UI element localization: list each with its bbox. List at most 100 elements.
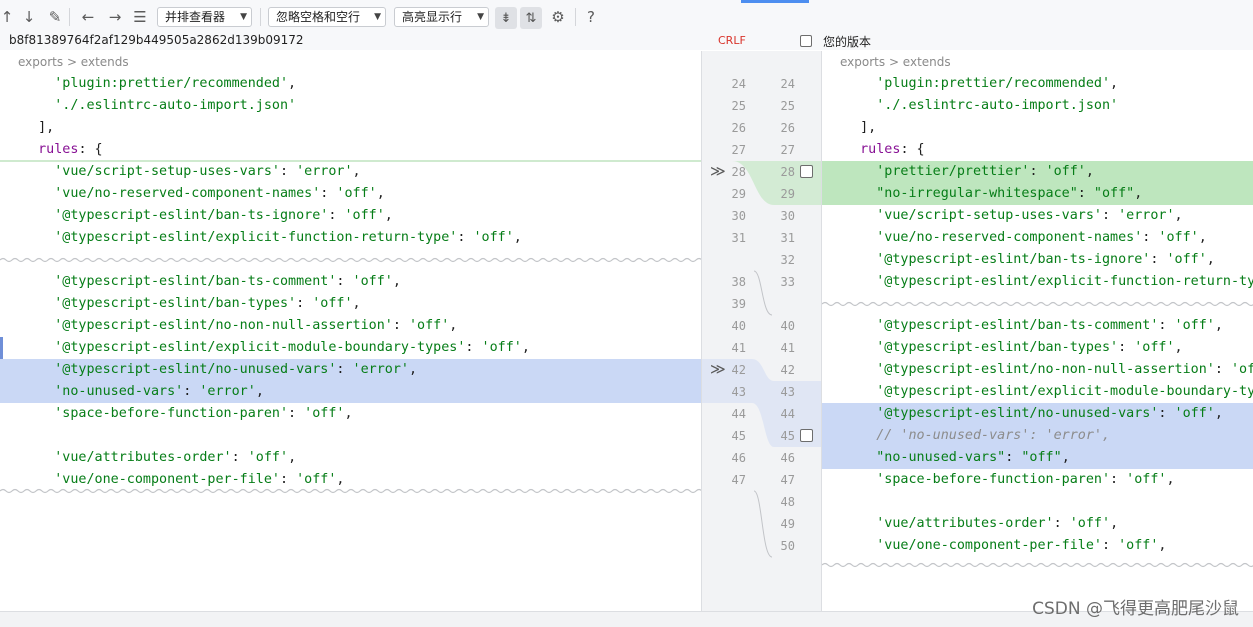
- chevron-down-icon: ▼: [240, 12, 247, 22]
- list-icon[interactable]: ☰: [131, 7, 149, 27]
- right-line-number: 33: [780, 275, 795, 289]
- left-code-line[interactable]: '@typescript-eslint/no-unused-vars': 'er…: [0, 359, 701, 381]
- right-code-line[interactable]: '@typescript-eslint/no-non-null-assertio…: [822, 359, 1253, 381]
- right-code-line[interactable]: '@typescript-eslint/ban-ts-ignore': 'off…: [822, 249, 1253, 271]
- yours-version-label: 您的版本: [823, 35, 872, 49]
- left-code-line[interactable]: '@typescript-eslint/ban-ts-ignore': 'off…: [0, 205, 701, 227]
- left-line-number: 31: [731, 231, 746, 245]
- right-line-number: 28: [780, 165, 795, 179]
- right-code-line[interactable]: ],: [822, 117, 1253, 139]
- left-code-line[interactable]: 'vue/one-component-per-file': 'off',: [0, 469, 701, 491]
- help-icon[interactable]: ?: [583, 7, 599, 27]
- left-line-number: 43: [731, 385, 746, 399]
- left-line-number: 26: [731, 121, 746, 135]
- right-line-number: 45: [780, 429, 795, 443]
- left-line-number: 46: [731, 451, 746, 465]
- right-code-line[interactable]: "no-unused-vars": "off",: [822, 447, 1253, 469]
- up-arrow-icon[interactable]: ↑: [0, 7, 14, 27]
- left-code-line[interactable]: [0, 425, 701, 447]
- include-change-checkbox[interactable]: [800, 429, 813, 442]
- right-code-line[interactable]: 'space-before-function-paren': 'off',: [822, 469, 1253, 491]
- watermark: CSDN @飞得更高肥尾沙鼠: [1032, 599, 1239, 619]
- folded-region-separator: [822, 562, 1253, 568]
- apply-change-icon[interactable]: ≫: [710, 162, 726, 180]
- left-code-line[interactable]: 'space-before-function-paren': 'off',: [0, 403, 701, 425]
- right-code-line[interactable]: // 'no-unused-vars': 'error',: [822, 425, 1253, 447]
- left-code-line[interactable]: rules: {: [0, 139, 701, 161]
- edit-pencil-icon[interactable]: ✎: [46, 7, 64, 27]
- collapse-icon[interactable]: ⇟: [495, 7, 517, 29]
- left-code-line[interactable]: '@typescript-eslint/explicit-module-boun…: [0, 337, 701, 359]
- right-line-number: 43: [780, 385, 795, 399]
- apply-change-icon[interactable]: ≫: [710, 360, 726, 378]
- right-code-line[interactable]: 'vue/attributes-order': 'off',: [822, 513, 1253, 535]
- right-line-number: 47: [780, 473, 795, 487]
- toolbar-separator: [575, 8, 576, 26]
- folded-region-separator: [0, 257, 701, 263]
- left-line-number: 45: [731, 429, 746, 443]
- left-code-line[interactable]: '@typescript-eslint/ban-types': 'off',: [0, 293, 701, 315]
- right-line-number: 50: [780, 539, 795, 553]
- left-code-line[interactable]: 'vue/no-reserved-component-names': 'off'…: [0, 183, 701, 205]
- viewer-select-value: 并排查看器: [165, 10, 226, 24]
- right-code-line[interactable]: '@typescript-eslint/explicit-function-re…: [822, 271, 1253, 293]
- right-line-number: 26: [780, 121, 795, 135]
- right-code-line[interactable]: 'plugin:prettier/recommended',: [822, 73, 1253, 95]
- right-code-line[interactable]: [822, 491, 1253, 513]
- left-editor-pane[interactable]: exports > extends 'plugin:prettier/recom…: [0, 51, 701, 611]
- left-code-line[interactable]: 'no-unused-vars': 'error',: [0, 381, 701, 403]
- toolbar: ↑ ↓ ✎ ← → ☰ 并排查看器 ▼ 忽略空格和空行 ▼ 高亮显示行 ▼ ⇟ …: [0, 0, 1253, 32]
- right-line-number: 42: [780, 363, 795, 377]
- diff-gutter: 24 25 26 27 28 29 30 31 38 39 40 41 42 43 44 45 46 47 24 25…: [701, 51, 822, 611]
- right-code-line[interactable]: './.eslintrc-auto-import.json': [822, 95, 1253, 117]
- info-row: b8f81389764f2af129b449505a2862d139b09172…: [0, 32, 1253, 50]
- right-code-line[interactable]: "no-irregular-whitespace": "off",: [822, 183, 1253, 205]
- left-code-line[interactable]: 'plugin:prettier/recommended',: [0, 73, 701, 95]
- left-code-line[interactable]: 'vue/attributes-order': 'off',: [0, 447, 701, 469]
- right-line-number: 27: [780, 143, 795, 157]
- scroll-indicator: [741, 0, 809, 3]
- viewer-select[interactable]: 并排查看器 ▼: [157, 7, 252, 27]
- sync-scroll-icon[interactable]: ⇅: [520, 7, 542, 29]
- right-code-line[interactable]: rules: {: [822, 139, 1253, 161]
- chevron-down-icon: ▼: [477, 12, 484, 22]
- forward-arrow-icon[interactable]: →: [105, 7, 125, 27]
- right-code-line[interactable]: 'vue/one-component-per-file': 'off',: [822, 535, 1253, 557]
- left-code-line[interactable]: ],: [0, 117, 701, 139]
- right-code-line[interactable]: '@typescript-eslint/ban-ts-comment': 'of…: [822, 315, 1253, 337]
- right-line-number: 49: [780, 517, 795, 531]
- include-change-checkbox[interactable]: [800, 165, 813, 178]
- left-line-number: 29: [731, 187, 746, 201]
- right-code-line[interactable]: 'vue/no-reserved-component-names': 'off'…: [822, 227, 1253, 249]
- gear-icon[interactable]: ⚙: [548, 7, 568, 27]
- down-arrow-icon[interactable]: ↓: [20, 7, 38, 27]
- fold-connector: [753, 270, 773, 316]
- line-separator-indicator[interactable]: CRLF: [718, 34, 746, 47]
- left-code-line[interactable]: '@typescript-eslint/explicit-function-re…: [0, 227, 701, 249]
- right-code-line[interactable]: 'prettier/prettier': 'off',: [822, 161, 1253, 183]
- yours-checkbox[interactable]: [800, 35, 812, 47]
- left-code-line[interactable]: 'vue/script-setup-uses-vars': 'error',: [0, 161, 701, 183]
- whitespace-select-value: 忽略空格和空行: [276, 10, 361, 24]
- right-code-line[interactable]: '@typescript-eslint/no-unused-vars': 'of…: [822, 403, 1253, 425]
- right-editor-pane[interactable]: exports > extends 'plugin:prettier/recom…: [822, 51, 1253, 611]
- right-line-number: 40: [780, 319, 795, 333]
- whitespace-select[interactable]: 忽略空格和空行 ▼: [268, 7, 386, 27]
- back-arrow-icon[interactable]: ←: [78, 7, 98, 27]
- right-line-number: 30: [780, 209, 795, 223]
- left-code-line[interactable]: './.eslintrc-auto-import.json': [0, 95, 701, 117]
- right-code-line[interactable]: 'vue/script-setup-uses-vars': 'error',: [822, 205, 1253, 227]
- right-line-number: 25: [780, 99, 795, 113]
- left-line-number: 24: [731, 77, 746, 91]
- right-code-line[interactable]: '@typescript-eslint/ban-types': 'off',: [822, 337, 1253, 359]
- highlight-select[interactable]: 高亮显示行 ▼: [394, 7, 489, 27]
- right-code-line[interactable]: '@typescript-eslint/explicit-module-boun…: [822, 381, 1253, 403]
- right-line-number: 31: [780, 231, 795, 245]
- toolbar-separator: [260, 8, 261, 26]
- left-code-line[interactable]: '@typescript-eslint/ban-ts-comment': 'of…: [0, 271, 701, 293]
- left-code-line[interactable]: '@typescript-eslint/no-non-null-assertio…: [0, 315, 701, 337]
- left-line-number: 38: [731, 275, 746, 289]
- right-line-number: 46: [780, 451, 795, 465]
- right-line-number: 44: [780, 407, 795, 421]
- left-line-number: 27: [731, 143, 746, 157]
